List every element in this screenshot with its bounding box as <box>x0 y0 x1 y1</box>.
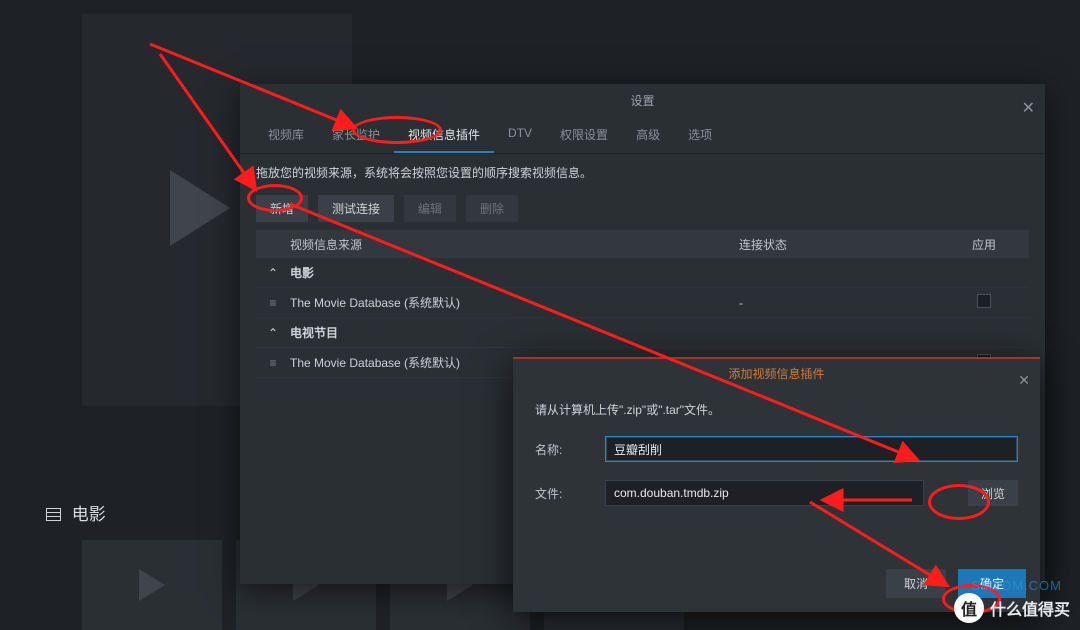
section-movies-label: 电影 <box>46 500 106 525</box>
group-row-movie[interactable]: ⌃ 电影 <box>256 258 1029 288</box>
browse-button[interactable]: 浏览 <box>968 480 1018 506</box>
cell-source: The Movie Database (系统默认) <box>290 294 739 311</box>
watermark-badge: 值 <box>954 593 984 623</box>
watermark-sub: SMZDM.COM <box>971 578 1062 593</box>
subdialog-title-bar: 添加视频信息插件 ✕ <box>513 359 1040 389</box>
tab-description: 拖放您的视频来源，系统将会按照您设置的顺序搜索视频信息。 <box>240 154 1045 185</box>
group-label: 电视节目 <box>290 324 739 341</box>
row-name: 名称: <box>535 436 1018 462</box>
source-table: 视频信息来源 连接状态 应用 ⌃ 电影 ≡ The Movie Database… <box>256 230 1029 378</box>
close-icon[interactable]: ✕ <box>1018 365 1030 395</box>
add-button[interactable]: 新增 <box>256 195 308 222</box>
cell-status: - <box>739 296 939 310</box>
settings-tabs: 视频库 家长监护 视频信息插件 DTV 权限设置 高级 选项 <box>240 118 1045 154</box>
add-plugin-dialog: 添加视频信息插件 ✕ 请从计算机上传".zip"或".tar"文件。 名称: 文… <box>513 357 1040 612</box>
subdialog-instruction: 请从计算机上传".zip"或".tar"文件。 <box>535 401 1018 418</box>
settings-title-bar: 设置 ✕ <box>240 84 1045 118</box>
label-name: 名称: <box>535 441 591 458</box>
name-input[interactable] <box>605 436 1018 462</box>
group-label: 电影 <box>290 264 739 281</box>
test-connection-button[interactable]: 测试连接 <box>318 195 394 222</box>
chevron-up-icon: ⌃ <box>256 326 290 340</box>
watermark-text: 什么值得买 <box>990 596 1070 620</box>
file-input[interactable] <box>605 480 924 506</box>
drag-handle-icon[interactable]: ≡ <box>256 356 290 370</box>
tab-library[interactable]: 视频库 <box>254 118 318 153</box>
table-header: 视频信息来源 连接状态 应用 <box>256 230 1029 258</box>
col-source: 视频信息来源 <box>256 236 739 253</box>
col-app: 应用 <box>939 236 1029 253</box>
chevron-up-icon: ⌃ <box>256 266 290 280</box>
group-row-tv[interactable]: ⌃ 电视节目 <box>256 318 1029 348</box>
checkbox[interactable] <box>977 294 991 308</box>
section-movies-text: 电影 <box>72 505 106 524</box>
tab-options[interactable]: 选项 <box>674 118 726 153</box>
tab-dtv[interactable]: DTV <box>494 118 546 153</box>
play-icon <box>170 170 230 246</box>
edit-button: 编辑 <box>404 195 456 222</box>
tab-permissions[interactable]: 权限设置 <box>546 118 622 153</box>
close-icon[interactable]: ✕ <box>1022 92 1035 126</box>
subdialog-title: 添加视频信息插件 <box>728 367 824 381</box>
cell-app <box>939 294 1029 311</box>
settings-title: 设置 <box>630 94 654 108</box>
drag-handle-icon[interactable]: ≡ <box>256 296 290 310</box>
tab-advanced[interactable]: 高级 <box>622 118 674 153</box>
tab-parental[interactable]: 家长监护 <box>318 118 394 153</box>
cancel-button[interactable]: 取消 <box>886 569 946 598</box>
toolbar: 新增 测试连接 编辑 删除 <box>240 185 1045 230</box>
play-icon <box>139 569 165 601</box>
table-row[interactable]: ≡ The Movie Database (系统默认) - <box>256 288 1029 318</box>
thumbnail[interactable] <box>82 540 222 630</box>
delete-button: 删除 <box>466 195 518 222</box>
label-file: 文件: <box>535 485 591 502</box>
col-status: 连接状态 <box>739 236 939 253</box>
watermark: 值 什么值得买 <box>954 593 1070 623</box>
row-file: 文件: 浏览 <box>535 480 1018 506</box>
film-icon <box>46 508 61 521</box>
subdialog-body: 请从计算机上传".zip"或".tar"文件。 名称: 文件: 浏览 <box>513 389 1040 506</box>
tab-video-info-plugin[interactable]: 视频信息插件 <box>394 118 494 153</box>
